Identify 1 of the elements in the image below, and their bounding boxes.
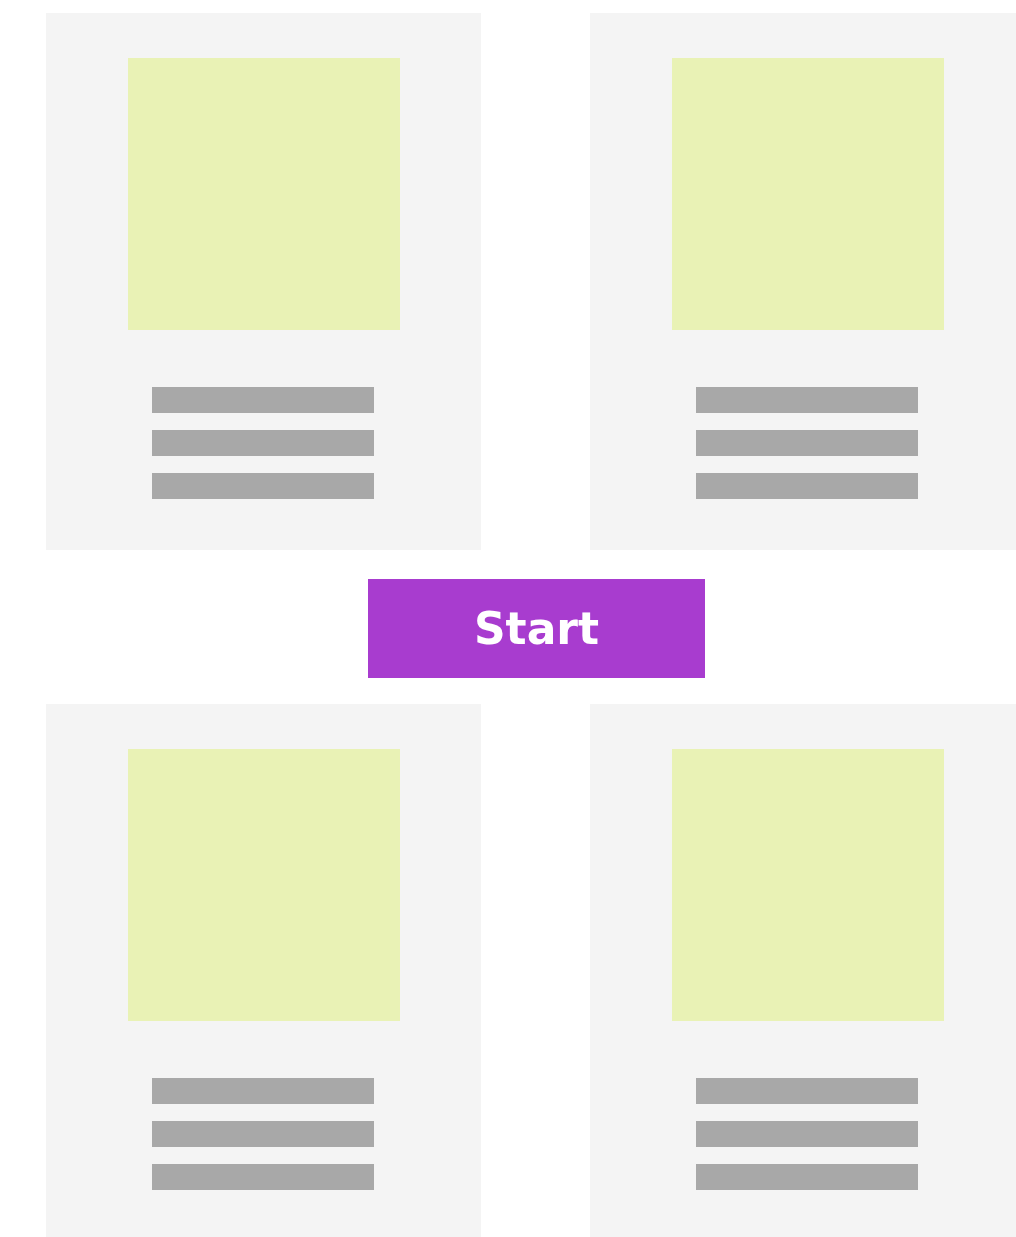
start-button[interactable]: Start [368, 579, 705, 678]
